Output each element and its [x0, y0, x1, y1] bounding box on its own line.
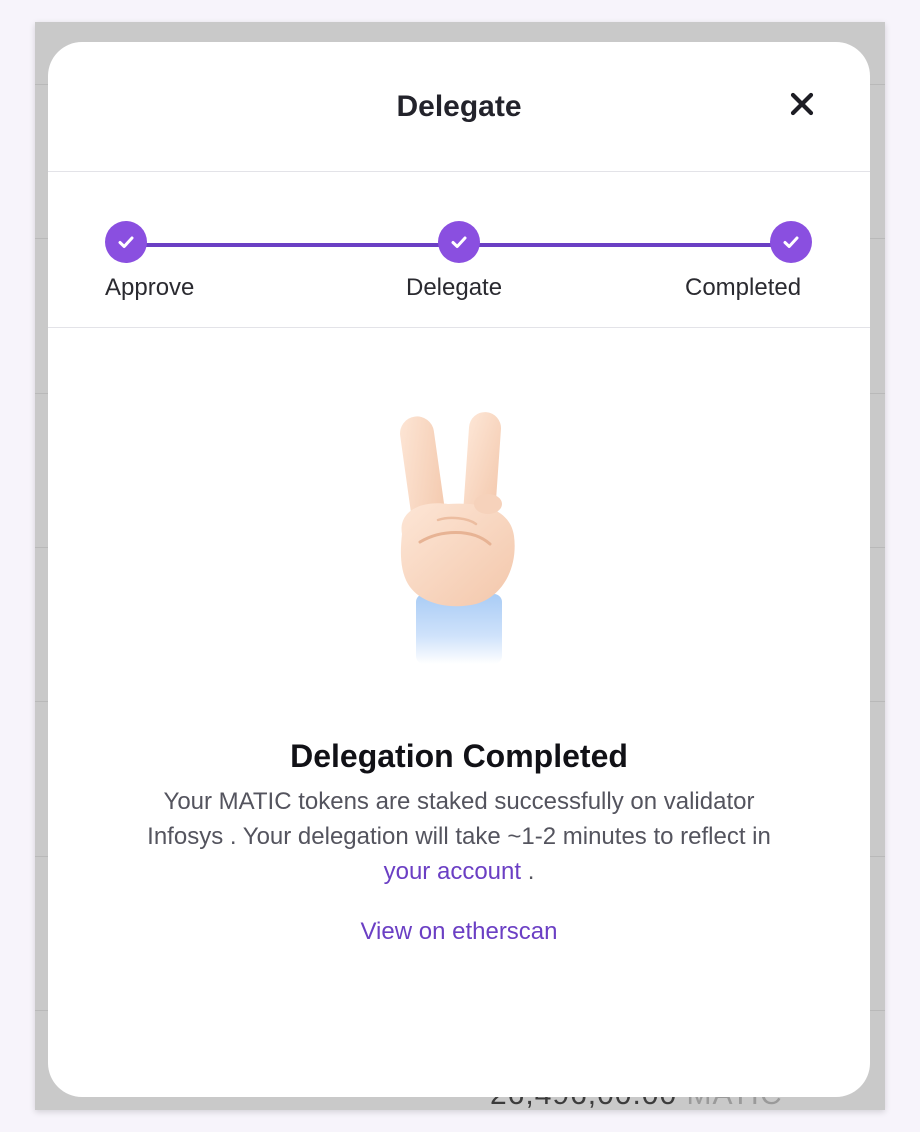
delegate-modal: Delegate Approve Delegate Completed Dele… — [48, 42, 870, 1097]
victory-hand-icon — [380, 404, 520, 664]
modal-header: Delegate — [48, 42, 870, 172]
description-suffix: . — [521, 858, 535, 885]
step-delegate-check — [438, 221, 480, 263]
etherscan-link-row: View on etherscan — [48, 918, 870, 946]
your-account-link[interactable]: your account — [384, 858, 521, 885]
step-label-completed: Completed — [685, 274, 802, 301]
view-on-etherscan-link[interactable]: View on etherscan — [360, 918, 557, 945]
description-line: Your MATIC tokens are staked successfull… — [163, 788, 755, 815]
progress-stepper: Approve Delegate Completed — [48, 172, 870, 328]
close-button[interactable] — [784, 86, 820, 122]
step-connector — [479, 243, 775, 247]
step-label-approve: Approve — [105, 274, 195, 301]
step-completed-check — [770, 221, 812, 263]
step-label-delegate: Delegate — [406, 274, 503, 301]
completion-description: Your MATIC tokens are staked successfull… — [118, 784, 800, 889]
step-connector — [145, 243, 439, 247]
description-line: your account . — [118, 854, 800, 889]
checkmark-icon — [118, 236, 134, 248]
completion-title: Delegation Completed — [290, 738, 628, 774]
modal-title: Delegate — [396, 90, 522, 123]
description-line: Infosys . Your delegation will take ~1-2… — [147, 823, 771, 850]
checkmark-icon — [783, 236, 799, 248]
close-icon — [790, 92, 814, 116]
checkmark-icon — [451, 236, 467, 248]
step-approve-check — [105, 221, 147, 263]
